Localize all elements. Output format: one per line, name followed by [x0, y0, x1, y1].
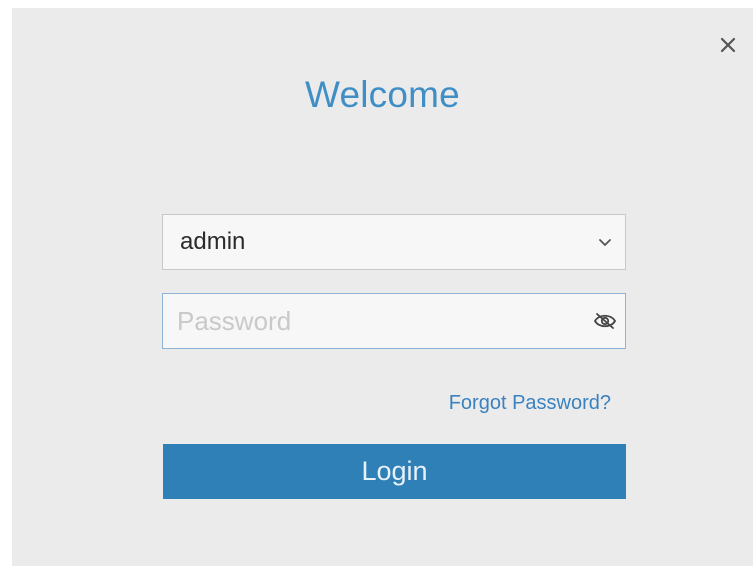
chevron-down-icon[interactable] — [585, 215, 625, 269]
forgot-password-link[interactable]: Forgot Password? — [449, 392, 611, 415]
login-button[interactable]: Login — [163, 444, 626, 499]
close-button[interactable] — [713, 30, 743, 60]
username-select[interactable]: admin — [162, 214, 626, 270]
password-input[interactable] — [163, 293, 585, 349]
username-value: admin — [180, 228, 246, 255]
login-dialog: Welcome admin Forgot Password? Login — [12, 8, 753, 566]
close-icon — [720, 37, 736, 53]
eye-slash-icon[interactable] — [585, 294, 625, 348]
password-field[interactable] — [162, 293, 626, 349]
dialog-title: Welcome — [305, 74, 460, 115]
